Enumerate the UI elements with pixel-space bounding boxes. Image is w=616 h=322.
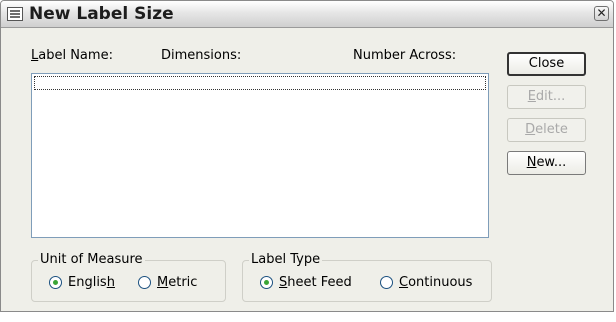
dialog-title: New Label Size: [29, 4, 174, 24]
column-header-label-name: Label Name:: [31, 48, 113, 63]
radio-selected-icon: [49, 276, 62, 289]
dialog-body: Label Name: Dimensions: Number Across: C…: [1, 28, 613, 311]
new-accelerator: N: [526, 155, 537, 170]
radio-metric-label: Metric: [157, 275, 198, 290]
edit-accelerator: E: [527, 89, 536, 104]
edit-rest: dit...: [535, 89, 566, 104]
label-type-title: Label Type: [249, 252, 323, 267]
radio-metric[interactable]: Metric: [138, 275, 197, 290]
title-bar[interactable]: New Label Size ✕: [1, 1, 613, 28]
radio-continuous-label: Continuous: [399, 275, 473, 290]
new-button[interactable]: New...: [507, 151, 586, 175]
close-button[interactable]: Close: [507, 52, 586, 76]
radio-english[interactable]: English: [49, 275, 115, 290]
radio-english-label: English: [68, 275, 115, 290]
radio-sheet-feed-label: Sheet Feed: [279, 275, 352, 290]
new-rest: ew...: [536, 155, 567, 170]
label-size-list[interactable]: [31, 73, 489, 238]
radio-sheet-feed[interactable]: Sheet Feed: [260, 275, 352, 290]
label-name-rest: abel Name:: [38, 48, 113, 63]
delete-rest: elete: [535, 122, 568, 137]
radio-selected-icon: [260, 276, 273, 289]
column-header-number-across: Number Across:: [353, 48, 457, 63]
new-label-size-dialog: New Label Size ✕ Label Name: Dimensions:…: [0, 0, 614, 312]
delete-accelerator: D: [525, 122, 536, 137]
edit-button[interactable]: Edit...: [507, 85, 586, 109]
radio-unselected-icon: [380, 276, 393, 289]
dialog-icon: [7, 7, 23, 21]
delete-button[interactable]: Delete: [507, 118, 586, 142]
list-focus-row[interactable]: [34, 76, 486, 90]
close-window-icon[interactable]: ✕: [594, 6, 609, 21]
column-header-dimensions: Dimensions:: [161, 48, 242, 63]
radio-unselected-icon: [138, 276, 151, 289]
unit-of-measure-group: Unit of Measure English Metric: [31, 252, 226, 302]
label-type-group: Label Type Sheet Feed Continuous: [242, 252, 492, 302]
unit-of-measure-title: Unit of Measure: [38, 252, 145, 267]
radio-continuous[interactable]: Continuous: [380, 275, 472, 290]
